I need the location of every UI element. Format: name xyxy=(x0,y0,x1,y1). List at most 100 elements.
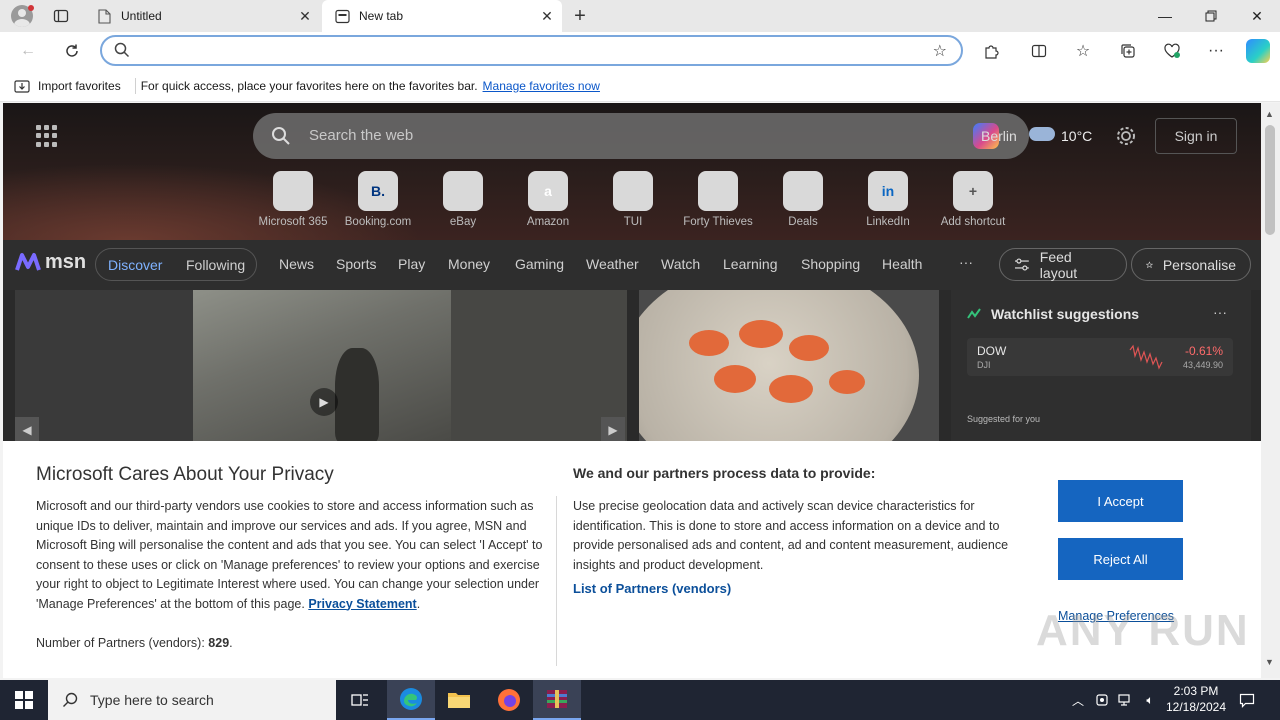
taskbar-winrar[interactable] xyxy=(533,680,581,720)
privacy-statement-link[interactable]: Privacy Statement xyxy=(308,597,416,611)
linkedin-icon: in xyxy=(868,171,908,211)
feed-layout-button[interactable]: Feed layout xyxy=(999,248,1127,281)
minimize-icon: — xyxy=(1158,8,1172,24)
msn-wordmark: msn xyxy=(45,251,87,273)
shortcut-label: Amazon xyxy=(526,216,570,228)
shortcut-microsoft-365[interactable]: Microsoft 365 xyxy=(253,171,333,231)
scroll-up-icon[interactable]: ▲ xyxy=(1265,109,1274,119)
collections-icon xyxy=(1121,44,1135,58)
browser-essentials-button[interactable] xyxy=(1158,38,1186,64)
taskbar-clock[interactable]: 2:03 PM 12/18/2024 xyxy=(1160,683,1232,715)
nav-health[interactable]: Health xyxy=(882,256,922,272)
weather-temperature[interactable]: 10°C xyxy=(1061,128,1092,144)
split-screen-button[interactable] xyxy=(1025,38,1053,64)
minimize-button[interactable]: — xyxy=(1142,0,1188,32)
collections-button[interactable] xyxy=(1114,38,1142,64)
refresh-button[interactable] xyxy=(58,38,86,64)
stock-change: -0.61% xyxy=(1184,344,1223,358)
shortcut-ebay[interactable]: eBay xyxy=(423,171,503,231)
shortcut-booking-com[interactable]: B. Booking.com xyxy=(338,171,418,231)
sign-in-button[interactable]: Sign in xyxy=(1155,118,1237,154)
start-button[interactable] xyxy=(0,680,48,720)
nav-watch[interactable]: Watch xyxy=(661,256,700,272)
partners-number: 829 xyxy=(208,636,230,650)
vertical-scrollbar[interactable]: ▲ ▼ xyxy=(1261,103,1280,678)
video-card[interactable]: ▶ ◀ ▶ xyxy=(15,290,627,442)
shortcut-linkedin[interactable]: in LinkedIn xyxy=(848,171,928,231)
shortcut-add-shortcut[interactable]: + Add shortcut xyxy=(933,171,1013,231)
shortcut-deals[interactable]: Deals xyxy=(763,171,843,231)
nav-more-icon[interactable]: ··· xyxy=(959,254,973,270)
taskbar-firefox[interactable] xyxy=(485,680,533,720)
nav-shopping[interactable]: Shopping xyxy=(801,256,860,272)
web-search-box[interactable]: Search the web xyxy=(253,113,1029,159)
carousel-prev-button[interactable]: ◀ xyxy=(15,417,39,442)
personalise-button[interactable]: Personalise xyxy=(1131,248,1251,281)
more-dots-icon[interactable]: ··· xyxy=(1213,304,1227,320)
profile-button[interactable] xyxy=(8,0,36,32)
stock-row[interactable]: DOW DJI -0.61% 43,449.90 xyxy=(967,338,1233,376)
chevron-up-icon: ︿ xyxy=(1071,693,1084,708)
shortcut-amazon[interactable]: a Amazon xyxy=(508,171,588,231)
nav-learning[interactable]: Learning xyxy=(723,256,778,272)
address-input[interactable] xyxy=(138,41,918,61)
msn-butterfly-icon xyxy=(15,252,41,271)
taskbar-file-explorer[interactable] xyxy=(435,680,483,720)
weather-city[interactable]: Berlin xyxy=(981,128,1017,144)
close-icon: ✕ xyxy=(1251,7,1263,24)
settings-more-button[interactable]: ··· xyxy=(1202,38,1230,64)
back-button[interactable]: ← xyxy=(14,38,42,64)
nav-play[interactable]: Play xyxy=(398,256,425,272)
edge-icon xyxy=(400,688,422,710)
shortcut-tui[interactable]: TUI xyxy=(593,171,673,231)
play-icon[interactable]: ▶ xyxy=(310,388,338,416)
new-tab-button[interactable]: + xyxy=(566,0,594,32)
scroll-thumb[interactable] xyxy=(1265,125,1275,235)
nav-sports[interactable]: Sports xyxy=(336,256,376,272)
food-card[interactable] xyxy=(639,290,939,442)
stock-value: 43,449.90 xyxy=(1182,360,1223,370)
tray-security-icon[interactable] xyxy=(1092,680,1112,720)
address-bar[interactable]: ☆ xyxy=(100,35,963,66)
nav-money[interactable]: Money xyxy=(448,256,490,272)
search-icon xyxy=(272,127,290,145)
manage-favorites-link[interactable]: Manage favorites now xyxy=(483,79,600,93)
msn-logo[interactable]: msn xyxy=(15,251,86,274)
extensions-button[interactable] xyxy=(977,38,1005,64)
carousel-next-button[interactable]: ▶ xyxy=(601,417,625,442)
nav-weather[interactable]: Weather xyxy=(586,256,639,272)
tab-untitled[interactable]: Untitled ✕ xyxy=(84,0,320,32)
accept-button[interactable]: I Accept xyxy=(1058,480,1183,522)
tray-network-icon[interactable] xyxy=(1116,680,1136,720)
restore-button[interactable] xyxy=(1188,0,1234,32)
shortcut-forty-thieves[interactable]: Forty Thieves xyxy=(678,171,758,231)
favorite-star-icon[interactable]: ☆ xyxy=(933,41,947,61)
close-window-button[interactable]: ✕ xyxy=(1234,0,1280,32)
app-launcher-icon[interactable] xyxy=(36,125,58,147)
shortcut-label: TUI xyxy=(623,216,643,228)
import-favorites-button[interactable]: Import favorites xyxy=(14,79,121,93)
list-of-partners-link[interactable]: List of Partners (vendors) xyxy=(573,581,731,596)
reject-all-button[interactable]: Reject All xyxy=(1058,538,1183,580)
favorites-button[interactable]: ☆ xyxy=(1069,38,1097,64)
nav-gaming[interactable]: Gaming xyxy=(515,256,564,272)
taskbar-edge[interactable] xyxy=(387,680,435,720)
tab-following[interactable]: Following xyxy=(186,257,245,273)
nav-news[interactable]: News xyxy=(279,256,314,272)
scroll-down-icon[interactable]: ▼ xyxy=(1265,657,1274,667)
taskbar-search-placeholder: Type here to search xyxy=(90,692,214,708)
show-hidden-icons[interactable]: ︿ xyxy=(1068,680,1088,720)
notifications-button[interactable] xyxy=(1236,680,1258,720)
close-tab-icon[interactable]: ✕ xyxy=(290,8,320,25)
gear-icon[interactable] xyxy=(1115,125,1137,147)
task-view-button[interactable] xyxy=(336,680,384,720)
tab-new-tab[interactable]: New tab ✕ xyxy=(322,0,562,32)
taskbar-search[interactable]: Type here to search xyxy=(48,680,336,720)
tab-label: Untitled xyxy=(121,9,162,23)
copilot-icon[interactable] xyxy=(1246,39,1270,63)
tray-volume-icon[interactable]: 🔈︎ xyxy=(1140,680,1160,720)
notification-dot xyxy=(28,5,34,11)
tab-discover[interactable]: Discover xyxy=(108,257,162,273)
close-tab-icon[interactable]: ✕ xyxy=(532,8,562,25)
tab-actions-button[interactable] xyxy=(48,0,74,32)
